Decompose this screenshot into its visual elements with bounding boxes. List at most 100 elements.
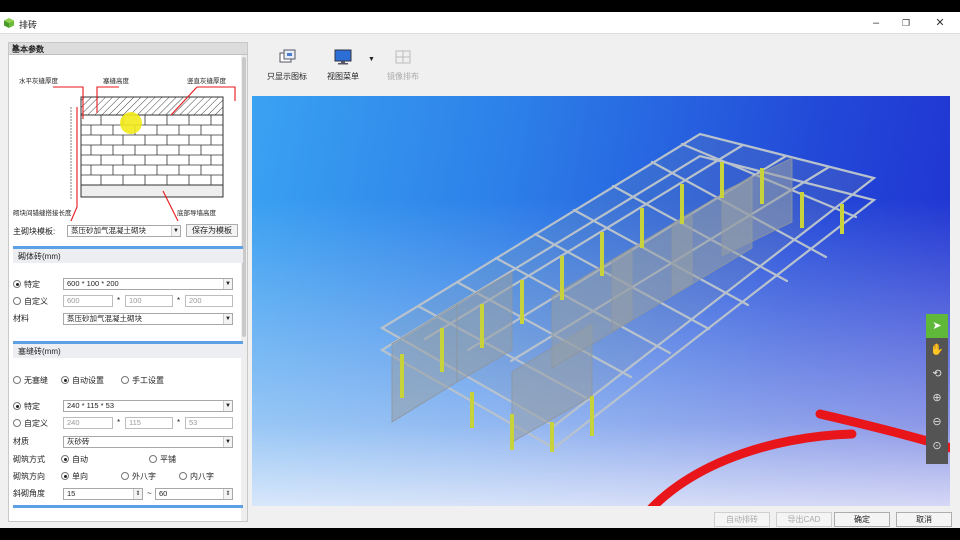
plug-none-radio[interactable]: 无塞缝: [13, 374, 48, 387]
template-select-value: 蒸压砂加气混凝土砌块: [71, 226, 146, 235]
cancel-button[interactable]: 取消: [896, 512, 952, 527]
plug-custom-length[interactable]: 240: [63, 417, 113, 429]
collapse-chevron-icon[interactable]: ︿: [18, 250, 238, 261]
mirror-layout-label: 镜像排布: [387, 72, 419, 81]
direction-single-label: 单向: [72, 472, 88, 481]
method-flat-radio[interactable]: 平铺: [149, 453, 176, 466]
plug-size-select[interactable]: 240 * 115 * 53 ▼: [63, 400, 233, 412]
spinner-icon[interactable]: ⇕: [223, 489, 232, 499]
chevron-down-icon: ▼: [223, 401, 232, 411]
restore-button[interactable]: ❐: [898, 16, 914, 30]
plug-manual-radio[interactable]: 手工设置: [121, 374, 164, 387]
masonry-size-value: 600 * 100 * 200: [67, 279, 119, 288]
view-menu-dropdown-icon[interactable]: ▼: [368, 56, 375, 63]
masonry-material-select[interactable]: 蒸压砂加气混凝土砌块 ▼: [63, 313, 233, 325]
masonry-material-value: 蒸压砂加气混凝土砌块: [67, 314, 142, 323]
angle-from-spinner[interactable]: 15 ⇕: [63, 488, 143, 500]
windows-icon: [279, 49, 296, 63]
masonry-custom-length[interactable]: 600: [63, 295, 113, 307]
mirror-layout-button[interactable]: 镜像排布: [382, 48, 424, 82]
masonry-specific-label: 特定: [24, 280, 40, 289]
plug-section-header[interactable]: 塞缝砖(mm) ︿: [13, 341, 243, 358]
chevron-down-icon: ▼: [223, 314, 232, 324]
radio-icon: [13, 376, 21, 384]
plug-material-select[interactable]: 灰砂砖 ▼: [63, 436, 233, 448]
radio-icon: [13, 419, 21, 427]
3d-viewport[interactable]: ➤ ✋ ⟲ ⊕ ⊖ ⊙: [252, 96, 950, 506]
parameter-panel: 基本参数 × 水平灰缝厚度 塞缝高度 竖直灰缝厚度 砌块间错缝搭接长度 底部导墙…: [8, 42, 248, 522]
masonry-size-select[interactable]: 600 * 100 * 200 ▼: [63, 278, 233, 290]
pan-hand-icon[interactable]: ✋: [926, 338, 948, 362]
masonry-custom-radio[interactable]: 自定义: [13, 295, 48, 308]
angle-to-spinner[interactable]: 60 ⇕: [155, 488, 233, 500]
brick-wall-diagram: 水平灰缝厚度 塞缝高度 竖直灰缝厚度 砌块间错缝搭接长度 底部导墙高度: [11, 57, 243, 236]
template-label: 主砌块模板:: [13, 227, 56, 236]
masonry-specific-radio[interactable]: 特定: [13, 278, 40, 291]
window-title: 排砖: [19, 20, 38, 30]
direction-single-radio[interactable]: 单向: [61, 470, 88, 483]
save-template-button[interactable]: 保存为模板: [186, 224, 238, 237]
radio-icon: [179, 472, 187, 480]
plug-auto-label: 自动设置: [72, 376, 104, 385]
collapse-chevron-icon[interactable]: ︿: [18, 345, 238, 356]
show-icon-only-label: 只显示图标: [267, 72, 307, 81]
view-menu-button[interactable]: 视图菜单: [322, 48, 364, 82]
zoom-in-icon[interactable]: ⊕: [926, 386, 948, 410]
chevron-down-icon: ▼: [171, 226, 180, 236]
radio-icon: [61, 472, 69, 480]
plug-custom-height[interactable]: 53: [185, 417, 233, 429]
label-top-height: 塞缝高度: [103, 76, 130, 85]
plug-none-label: 无塞缝: [24, 376, 48, 385]
title-bar: 排砖 – ❐ ✕: [0, 12, 960, 34]
ok-button[interactable]: 确定: [834, 512, 890, 527]
masonry-material-label: 材料: [13, 314, 29, 323]
template-select[interactable]: 蒸压砂加气混凝土砌块 ▼: [67, 225, 181, 237]
radio-icon: [61, 376, 69, 384]
panel-close-icon[interactable]: ×: [12, 43, 244, 53]
masonry-custom-height[interactable]: 200: [185, 295, 233, 307]
view-menu-label: 视图菜单: [327, 72, 359, 81]
monitor-icon: [334, 49, 352, 65]
panel-header: 基本参数 ×: [9, 43, 247, 55]
zoom-fit-icon[interactable]: ⊙: [926, 434, 948, 458]
auto-layout-button[interactable]: 自动排砖: [714, 512, 770, 527]
close-button[interactable]: ✕: [932, 16, 948, 30]
plug-material-label: 材质: [13, 437, 29, 446]
radio-icon: [13, 280, 21, 288]
orbit-icon[interactable]: ⟲: [926, 362, 948, 386]
wall-diagram-svg: 水平灰缝厚度 塞缝高度 竖直灰缝厚度 砌块间错缝搭接长度 底部导墙高度: [13, 76, 236, 236]
panel-scrollbar[interactable]: [241, 55, 247, 521]
app-window: 排砖 – ❐ ✕ 基本参数 × 水平灰缝厚度 塞缝高度 竖直灰缝厚度 砌块间错缝…: [0, 12, 960, 528]
masonry-custom-width[interactable]: 100: [125, 295, 173, 307]
app-cube-icon: [4, 18, 14, 28]
direction-inner-label: 内八字: [190, 472, 214, 481]
method-auto-radio[interactable]: 自动: [61, 453, 88, 466]
radio-icon: [13, 297, 21, 305]
radio-icon: [61, 455, 69, 463]
direction-outer-radio[interactable]: 外八字: [121, 470, 156, 483]
times-symbol: *: [177, 418, 181, 427]
method-flat-label: 平铺: [160, 455, 176, 464]
pointer-icon[interactable]: ➤: [926, 314, 948, 338]
masonry-section-header[interactable]: 砌体砖(mm) ︿: [13, 246, 243, 263]
spinner-icon[interactable]: ⇕: [133, 489, 142, 499]
export-cad-button[interactable]: 导出CAD: [776, 512, 832, 527]
red-annotation-stroke: [647, 409, 950, 506]
scrollbar-thumb[interactable]: [242, 57, 246, 337]
direction-outer-label: 外八字: [132, 472, 156, 481]
times-symbol: *: [177, 296, 181, 305]
minimize-button[interactable]: –: [868, 16, 884, 30]
radio-icon: [13, 402, 21, 410]
plug-specific-radio[interactable]: 特定: [13, 400, 40, 413]
direction-inner-radio[interactable]: 内八字: [179, 470, 214, 483]
plug-custom-radio[interactable]: 自定义: [13, 417, 48, 430]
zoom-out-icon[interactable]: ⊖: [926, 410, 948, 434]
times-symbol: *: [117, 418, 121, 427]
plug-auto-radio[interactable]: 自动设置: [61, 374, 104, 387]
plug-material-value: 灰砂砖: [67, 437, 90, 446]
chevron-down-icon: ▼: [223, 279, 232, 289]
chevron-down-icon: ▼: [223, 437, 232, 447]
plug-custom-width[interactable]: 115: [125, 417, 173, 429]
dialog-buttons: 自动排砖 导出CAD 确定 取消: [252, 508, 956, 528]
show-icon-only-button[interactable]: 只显示图标: [262, 48, 312, 82]
